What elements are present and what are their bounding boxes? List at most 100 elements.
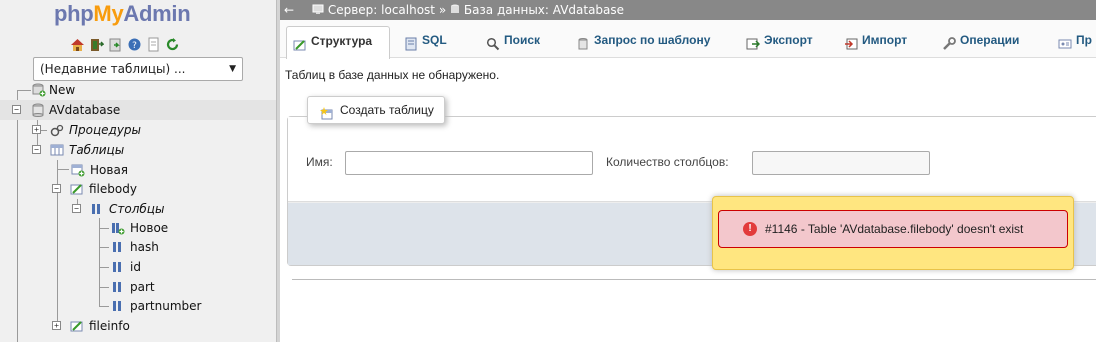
tab-sql[interactable]: SQL bbox=[398, 26, 447, 54]
tables-label: Таблицы bbox=[69, 143, 125, 157]
new-table-icon bbox=[71, 163, 85, 177]
tree-item-new-column[interactable]: Новое bbox=[0, 218, 276, 238]
back-arrow-icon[interactable]: ← bbox=[284, 0, 294, 20]
column-name: partnumber bbox=[130, 299, 202, 313]
collapse-icon[interactable]: − bbox=[72, 204, 81, 213]
operations-icon bbox=[942, 33, 956, 50]
breadcrumb-separator: » bbox=[438, 3, 447, 17]
tab-structure[interactable]: Структура bbox=[286, 26, 390, 59]
columns-count-input[interactable] bbox=[752, 151, 930, 175]
tab-label: Запрос по шаблону bbox=[594, 33, 711, 47]
database-icon bbox=[451, 4, 460, 13]
tree-item-column[interactable]: id bbox=[0, 257, 276, 277]
new-database-label: New bbox=[49, 83, 76, 97]
tree-item-tables[interactable]: − Таблицы bbox=[0, 140, 276, 160]
tab-label: Импорт bbox=[862, 33, 908, 47]
help-icon[interactable]: ? bbox=[127, 37, 142, 52]
columns-label: Столбцы bbox=[109, 202, 165, 216]
tab-label: Структура bbox=[311, 34, 373, 48]
reload-icon[interactable] bbox=[165, 37, 180, 52]
tables-group-icon bbox=[50, 143, 64, 157]
expand-icon[interactable]: + bbox=[32, 125, 41, 134]
nav-icon-bar: ? bbox=[70, 37, 180, 52]
tree-item-columns[interactable]: − Столбцы bbox=[0, 199, 276, 219]
new-column-icon bbox=[111, 221, 125, 235]
tree-item-new-database[interactable]: New bbox=[0, 80, 276, 100]
tab-bar: Структура SQL Поиск Запрос по шаблону Эк… bbox=[280, 20, 1096, 59]
procedures-icon bbox=[50, 123, 64, 137]
new-column-label: Новое bbox=[130, 221, 169, 235]
recent-tables-select[interactable]: (Недавние таблицы) ... ▼ bbox=[33, 57, 243, 81]
table-name-label: Имя: bbox=[306, 155, 333, 169]
table-name-filebody: filebody bbox=[89, 182, 137, 196]
tree-item-table-filebody[interactable]: − filebody bbox=[0, 179, 276, 199]
expand-icon[interactable]: + bbox=[52, 321, 61, 330]
create-table-icon bbox=[320, 103, 334, 120]
svg-text:?: ? bbox=[132, 41, 137, 51]
logo-php-text: php bbox=[54, 1, 94, 26]
sql-icon bbox=[404, 33, 418, 51]
error-icon: ! bbox=[743, 222, 757, 236]
tab-label: Экспорт bbox=[764, 33, 813, 47]
exit-icon[interactable] bbox=[89, 37, 105, 52]
collapse-icon[interactable]: − bbox=[52, 184, 61, 193]
import-icon bbox=[844, 33, 858, 50]
tab-export[interactable]: Экспорт bbox=[740, 26, 813, 54]
create-table-legend: Создать таблицу bbox=[307, 96, 445, 124]
database-name: AVdatabase bbox=[49, 103, 121, 117]
error-message: ! #1146 - Table 'AVdatabase.filebody' do… bbox=[718, 210, 1068, 248]
chevron-down-icon: ▼ bbox=[229, 64, 236, 74]
procedures-label: Процедуры bbox=[69, 123, 142, 137]
tree-item-column[interactable]: part bbox=[0, 277, 276, 297]
logo-my-text: My bbox=[93, 1, 124, 26]
create-table-form: Имя: Количество столбцов: bbox=[288, 117, 1096, 202]
tree-item-table-fileinfo[interactable]: + fileinfo bbox=[0, 316, 276, 336]
new-database-icon bbox=[32, 83, 46, 97]
search-icon bbox=[486, 33, 500, 51]
tab-label: Операции bbox=[960, 33, 1020, 47]
logo-admin-text: Admin bbox=[123, 1, 191, 26]
tab-import[interactable]: Импорт bbox=[838, 26, 907, 54]
column-icon bbox=[111, 260, 125, 274]
tab-label: Поиск bbox=[504, 33, 541, 47]
tab-label: Пр bbox=[1076, 33, 1092, 47]
column-icon bbox=[111, 240, 125, 254]
column-icon bbox=[111, 299, 125, 313]
table-name-fileinfo: fileinfo bbox=[89, 319, 130, 333]
columns-group-icon bbox=[90, 202, 104, 216]
breadcrumb: Сервер: localhost » База данных: AVdatab… bbox=[312, 0, 624, 20]
tab-privileges[interactable]: Пр bbox=[1052, 26, 1092, 54]
column-name: hash bbox=[130, 240, 159, 254]
table-icon bbox=[70, 182, 84, 196]
navigation-panel: phpMyAdmin ? (Недавние таблицы) ... ▼ Ne… bbox=[0, 0, 276, 342]
tree-item-avdatabase[interactable]: − AVdatabase bbox=[0, 100, 276, 120]
database-icon bbox=[31, 103, 45, 117]
no-tables-notice: Таблиц в базе данных не обнаружено. bbox=[285, 68, 500, 82]
recent-tables-value: (Недавние таблицы) ... bbox=[40, 62, 186, 76]
tree-item-procedures[interactable]: + Процедуры bbox=[0, 120, 276, 140]
tab-query[interactable]: Запрос по шаблону bbox=[570, 26, 710, 54]
column-name: part bbox=[130, 280, 155, 294]
table-name-input[interactable] bbox=[345, 151, 593, 175]
new-table-label: Новая bbox=[90, 163, 129, 177]
create-table-title: Создать таблицу bbox=[340, 103, 434, 117]
privileges-icon bbox=[1058, 33, 1072, 49]
sql-query-icon[interactable] bbox=[108, 37, 123, 52]
table-icon bbox=[70, 319, 84, 333]
collapse-icon[interactable]: − bbox=[32, 145, 41, 154]
breadcrumb-database[interactable]: База данных: AVdatabase bbox=[464, 3, 624, 17]
phpmyadmin-logo[interactable]: phpMyAdmin bbox=[54, 1, 191, 27]
tree-item-column[interactable]: partnumber bbox=[0, 296, 276, 316]
server-icon bbox=[312, 4, 324, 14]
collapse-icon[interactable]: − bbox=[12, 105, 21, 114]
tab-operations[interactable]: Операции bbox=[936, 26, 1019, 54]
tree-item-column[interactable]: hash bbox=[0, 237, 276, 257]
tab-search[interactable]: Поиск bbox=[480, 26, 540, 54]
breadcrumb-server[interactable]: Сервер: localhost bbox=[328, 3, 435, 17]
home-icon[interactable] bbox=[70, 37, 85, 52]
content-divider bbox=[292, 279, 1096, 280]
docs-icon[interactable] bbox=[146, 37, 161, 52]
columns-count-label: Количество столбцов: bbox=[606, 155, 729, 169]
tree-item-new-table[interactable]: Новая bbox=[0, 160, 276, 180]
error-text: #1146 - Table 'AVdatabase.filebody' does… bbox=[765, 222, 1024, 236]
